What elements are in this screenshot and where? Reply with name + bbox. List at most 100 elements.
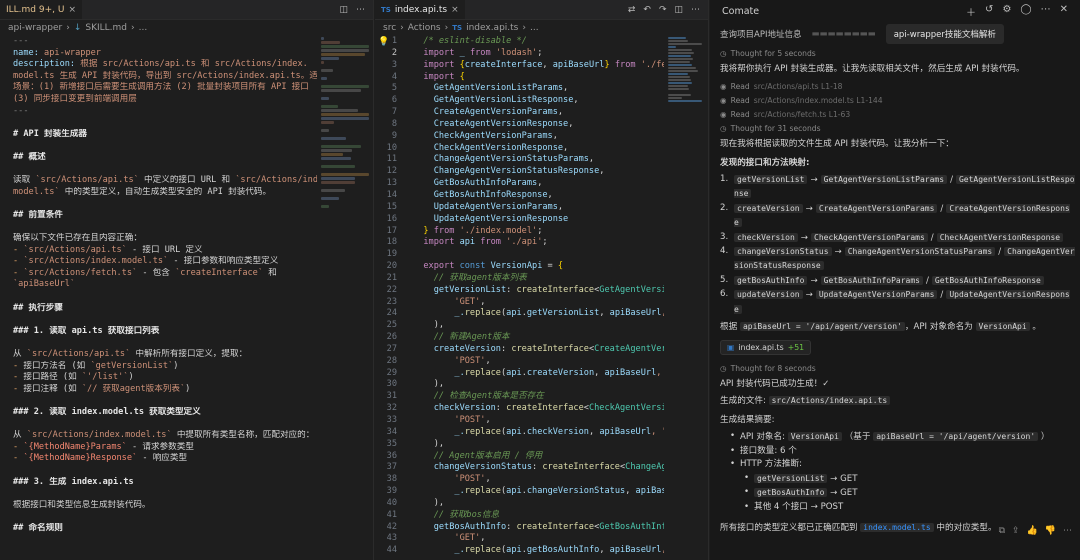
- file-read-item[interactable]: ◉ Read src/Actions/index.model.ts L1-144: [720, 93, 1076, 107]
- breadcrumb-more[interactable]: ...: [139, 23, 148, 33]
- more-icon[interactable]: ⋯: [1063, 526, 1072, 536]
- code-token: GetBosAuthInfoResponse: [413, 189, 548, 200]
- eye-icon: ◉: [720, 95, 727, 105]
- settings-icon[interactable]: ⚙: [1002, 4, 1011, 19]
- more-actions-icon[interactable]: ⋯: [356, 5, 365, 15]
- split-editor-icon[interactable]: ◫: [674, 5, 683, 15]
- gutter: [405, 344, 413, 356]
- markdown-token: 从: [13, 349, 27, 360]
- markdown-token: - 包含: [137, 267, 176, 278]
- markdown-line: [13, 465, 317, 477]
- thought-indicator[interactable]: ◷ Thought for 5 seconds: [720, 46, 1076, 60]
- minimap-line: [668, 40, 688, 42]
- tab-index-api-ts[interactable]: TS index.api.ts ×: [375, 0, 465, 19]
- edited-file-chip[interactable]: ▣ index.api.ts +51: [720, 340, 812, 356]
- code-token: apiBaseUrl: [609, 308, 662, 319]
- code-token: _.: [413, 367, 465, 378]
- back-icon[interactable]: ↶: [643, 5, 651, 15]
- mapping-item: 2. createVersion → CreateAgentVersionParams…: [720, 202, 1076, 231]
- minimap[interactable]: [321, 36, 371, 476]
- close-icon[interactable]: ×: [451, 5, 459, 15]
- breadcrumb-src[interactable]: src: [383, 23, 396, 33]
- code-line: 17 } from './index.model';: [375, 226, 664, 238]
- breadcrumb-file[interactable]: SKILL.md: [85, 23, 127, 33]
- more-icon[interactable]: ⋯: [1041, 4, 1051, 19]
- line-number: 11: [386, 154, 397, 165]
- text: 接口数量: 6 个: [740, 445, 797, 456]
- thought-indicator[interactable]: ◷ Thought for 31 seconds: [720, 121, 1076, 135]
- code-token: './api': [500, 237, 543, 248]
- item-number: 3.: [720, 231, 729, 242]
- file-read-item[interactable]: ◉ Read src/Actions/api.ts L1-18: [720, 79, 1076, 93]
- tab-skill-md[interactable]: ILL.md 9+, U ×: [0, 0, 83, 19]
- markdown-token: 接口注释 (如: [23, 383, 82, 394]
- code-token: ChangeAgen: [625, 462, 664, 473]
- bullet-icon: •: [744, 487, 750, 498]
- thumbs-down-icon[interactable]: 👎: [1045, 526, 1056, 536]
- copy-icon[interactable]: ⧉: [999, 526, 1005, 536]
- new-chat-icon[interactable]: ＋: [966, 4, 976, 19]
- code-token: ),: [413, 320, 445, 331]
- markdown-line: (3) 同步接口变更到前端调用层: [13, 94, 317, 106]
- user-icon[interactable]: ◯: [1020, 4, 1031, 19]
- line-number: 16: [386, 213, 397, 224]
- gutter: [405, 190, 413, 202]
- code-token: replace: [464, 308, 501, 319]
- chat-tab-skill-doc[interactable]: api-wrapper技能文档解析: [885, 24, 1004, 44]
- code-line: 11 ChangeAgentVersionStatusParams,: [375, 154, 664, 166]
- chat-tab-hidden[interactable]: ▬▬▬▬▬▬▬▬: [811, 29, 875, 39]
- code-content[interactable]: 1 /* eslint-disable */2 import _ from 'l…: [375, 36, 664, 560]
- arrow-icon: →: [800, 232, 808, 243]
- code-line: 6 GetAgentVersionListResponse,: [375, 95, 664, 107]
- arrow-icon: →: [805, 290, 813, 301]
- file-reads: ◉ Read src/Actions/api.ts L1-18 ◉ Read src/Ac…: [720, 79, 1076, 121]
- markdown-line: model.ts 生成 API 封装代码，导出到 src/Actions/ind…: [13, 71, 317, 83]
- code-token: createInterface: [516, 521, 595, 532]
- minimap[interactable]: [668, 36, 704, 126]
- code-token: ,: [557, 107, 564, 118]
- thought-indicator[interactable]: ◷ Thought for 8 seconds: [720, 361, 1076, 375]
- item-number: 5.: [720, 274, 729, 285]
- breadcrumb-file[interactable]: index.api.ts: [466, 23, 518, 33]
- code-token: _.: [413, 426, 465, 437]
- code-token: getVersionList: [526, 308, 600, 319]
- code-line: 40 ),: [375, 498, 664, 510]
- code-token: ,: [594, 367, 605, 378]
- code-token: , '': [656, 367, 662, 378]
- code-token: ,: [599, 545, 610, 556]
- close-icon[interactable]: ✕: [1060, 4, 1068, 19]
- breadcrumb-actions[interactable]: Actions: [408, 23, 441, 33]
- breadcrumb-folder[interactable]: api-wrapper: [8, 23, 62, 33]
- breadcrumb-more[interactable]: ...: [530, 23, 539, 33]
- more-actions-icon[interactable]: ⋯: [691, 5, 700, 15]
- item-number: 2.: [720, 202, 729, 213]
- thumbs-up-icon[interactable]: 👍: [1027, 526, 1038, 536]
- chat-tab-api-address[interactable]: 查询项目API地址信息: [720, 28, 801, 40]
- code-token: // 检查Agent版本是否存在: [433, 391, 544, 402]
- code-token: import: [423, 71, 455, 82]
- history-icon[interactable]: ↺: [985, 4, 993, 19]
- gutter: [405, 451, 413, 463]
- code-line: 43 'GET',: [375, 533, 664, 545]
- file-link[interactable]: index.model.ts: [860, 522, 934, 532]
- split-editor-icon[interactable]: ◫: [339, 5, 348, 15]
- mapping-text: checkVersion → CheckAgentVersionParams / Che…: [734, 231, 1064, 245]
- markdown-token: (3) 同步接口变更到前端调用层: [13, 93, 137, 104]
- mapping-item: 5. getBosAuthInfo → GetBosAuthInfoParams / Ge…: [720, 274, 1076, 288]
- compare-icon[interactable]: ⇄: [628, 5, 636, 15]
- forward-icon[interactable]: ↷: [659, 5, 667, 15]
- code-token: api: [506, 308, 522, 319]
- code-token: _.: [413, 308, 465, 319]
- markdown-line: 读取 `src/Actions/api.ts` 中定义的接口 URL 和 `sr…: [13, 175, 317, 187]
- line-number: 31: [386, 391, 397, 402]
- minimap-line: [321, 45, 369, 48]
- share-icon[interactable]: ⇪: [1012, 526, 1020, 536]
- file-read-item[interactable]: ◉ Read src/Actions/fetch.ts L1-63: [720, 107, 1076, 121]
- close-icon[interactable]: ×: [68, 5, 76, 15]
- code-token: ,: [537, 178, 543, 189]
- line-number: 4: [391, 71, 397, 82]
- markdown-token: 根据 src/Actions/api.ts 和 src/Actions/inde…: [80, 59, 308, 70]
- markdown-content[interactable]: --- name: api-wrapper description: 根据 src/…: [0, 36, 317, 560]
- minimap-line: [321, 41, 340, 44]
